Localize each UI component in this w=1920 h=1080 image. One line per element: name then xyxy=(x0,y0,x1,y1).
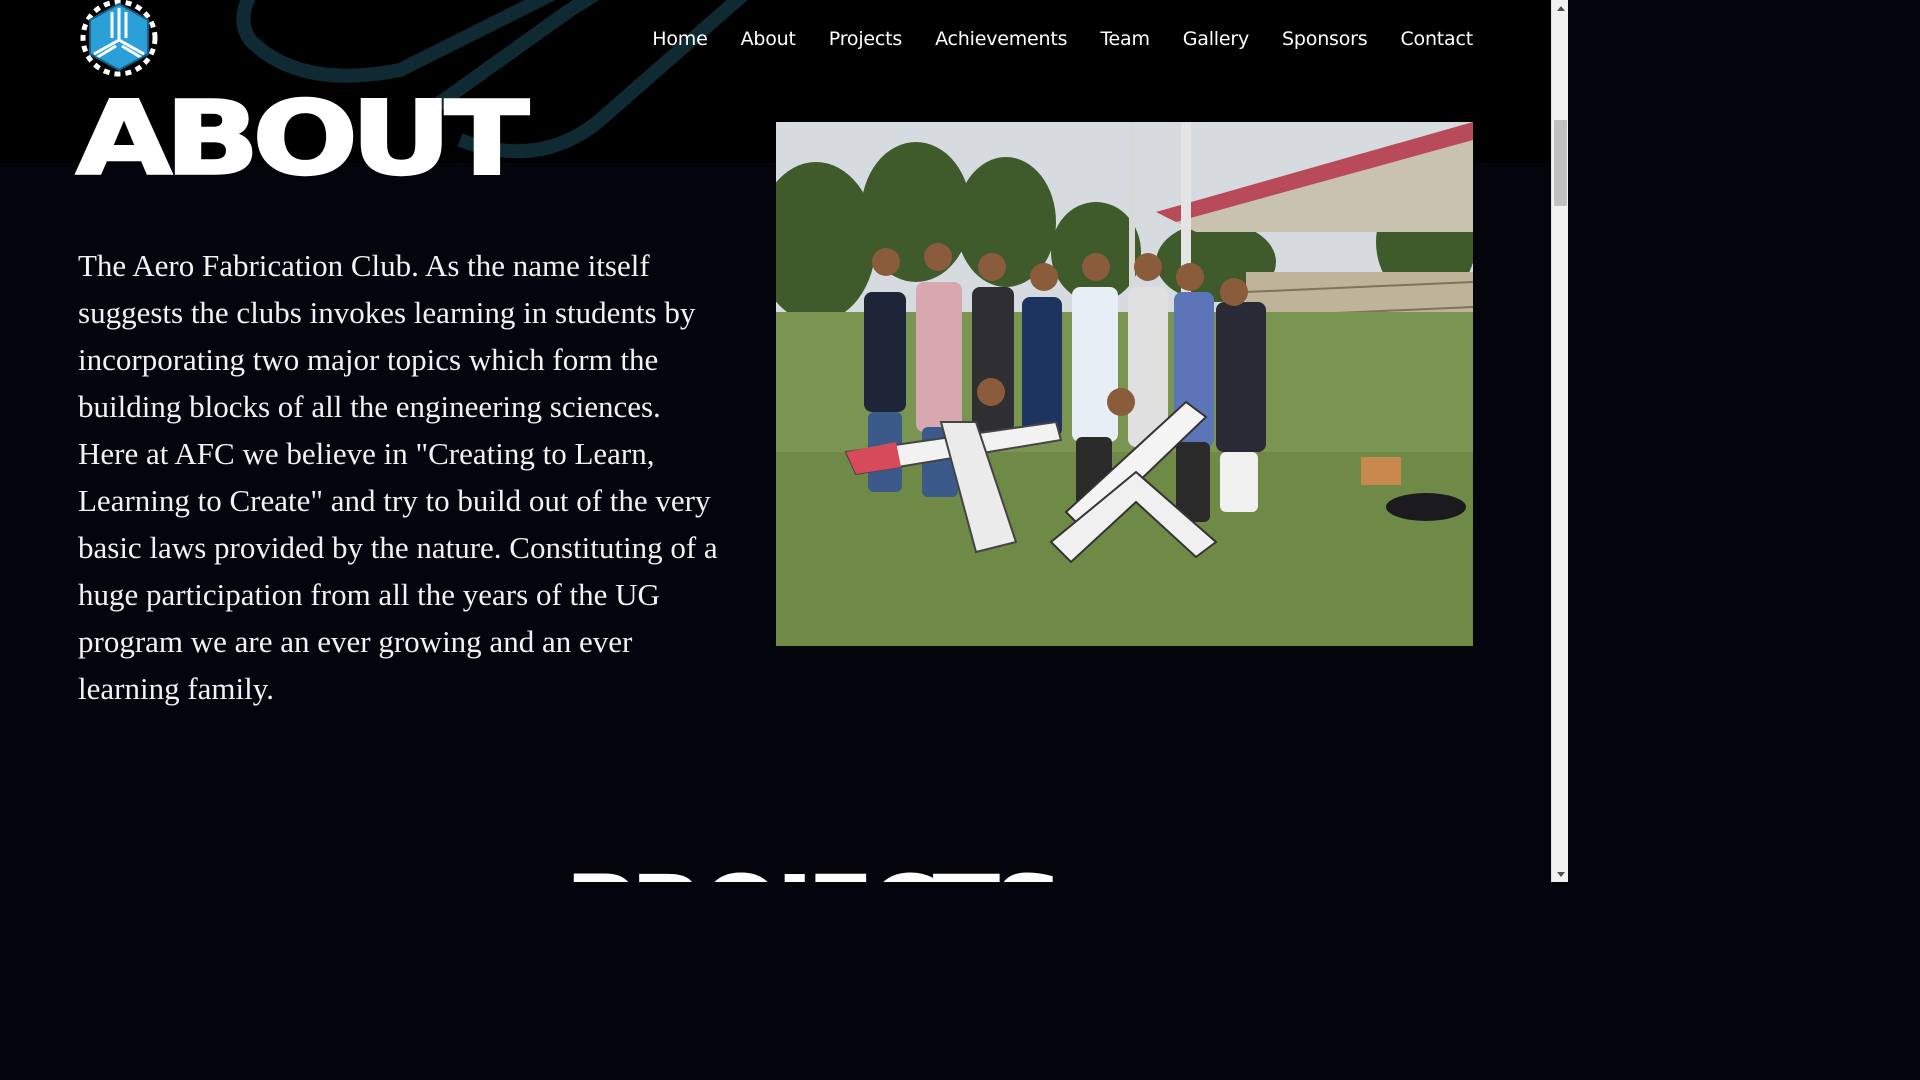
page-scrollbar[interactable] xyxy=(1551,0,1568,882)
team-photo-image xyxy=(776,122,1473,646)
page: Home About Projects Achievements Team Ga… xyxy=(0,0,1568,882)
nav-contact[interactable]: Contact xyxy=(1400,28,1473,50)
gear-tri-blade-logo-icon xyxy=(80,0,158,77)
nav-about[interactable]: About xyxy=(741,28,796,50)
projects-heading: PROJECTS xyxy=(565,863,1064,882)
nav-gallery[interactable]: Gallery xyxy=(1183,28,1249,50)
nav-achievements[interactable]: Achievements xyxy=(935,28,1067,50)
nav-home[interactable]: Home xyxy=(652,28,708,50)
club-logo[interactable] xyxy=(76,0,162,78)
scroll-up-button[interactable] xyxy=(1552,0,1568,16)
scroll-thumb[interactable] xyxy=(1554,120,1567,206)
triangle-up-icon xyxy=(1556,5,1565,11)
main-nav: Home About Projects Achievements Team Ga… xyxy=(619,28,1473,50)
nav-team[interactable]: Team xyxy=(1100,28,1150,50)
nav-sponsors[interactable]: Sponsors xyxy=(1282,28,1368,50)
about-photo xyxy=(776,122,1473,646)
nav-projects[interactable]: Projects xyxy=(829,28,903,50)
about-description: The Aero Fabrication Club. As the name i… xyxy=(78,248,718,706)
triangle-down-icon xyxy=(1556,871,1565,877)
scroll-down-button[interactable] xyxy=(1552,866,1568,882)
about-heading: ABOUT xyxy=(74,79,530,198)
